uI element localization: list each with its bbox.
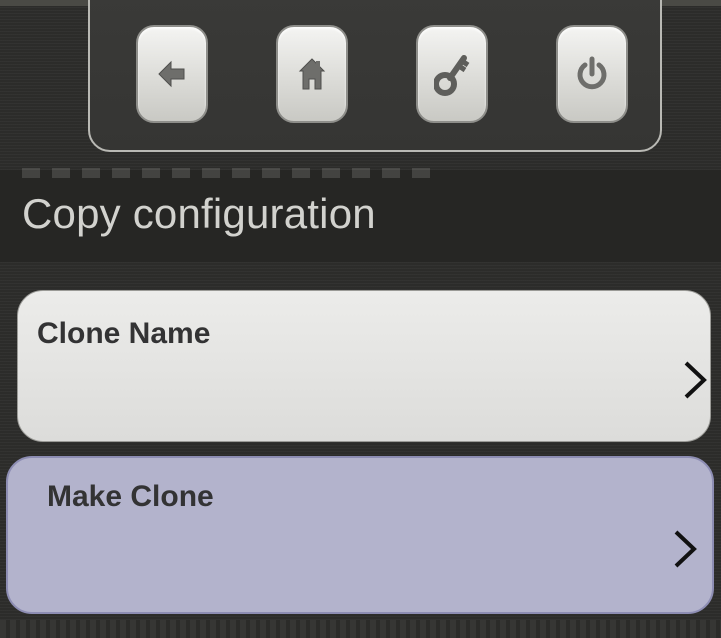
menu-item-make-clone[interactable]: Make Clone	[6, 456, 714, 614]
back-button[interactable]	[136, 25, 208, 123]
page-title: Copy configuration	[22, 190, 376, 237]
menu-item-label: Clone Name	[37, 317, 211, 350]
chevron-right-icon	[684, 361, 707, 399]
device-screen: Copy configuration Clone Name Make Clone	[0, 0, 721, 638]
key-button[interactable]	[416, 25, 488, 123]
power-button[interactable]	[556, 25, 628, 123]
toolbar	[88, 0, 662, 152]
power-icon	[577, 56, 607, 90]
menu-item-label: Make Clone	[47, 480, 214, 513]
title-ghost-artifact	[22, 168, 442, 178]
menu-item-clone-name[interactable]: Clone Name	[17, 290, 711, 442]
home-button[interactable]	[276, 25, 348, 123]
chevron-right-icon	[674, 530, 697, 568]
back-arrow-icon	[158, 60, 185, 88]
key-icon	[434, 55, 470, 96]
home-icon	[298, 58, 326, 90]
bottom-band	[0, 620, 721, 638]
